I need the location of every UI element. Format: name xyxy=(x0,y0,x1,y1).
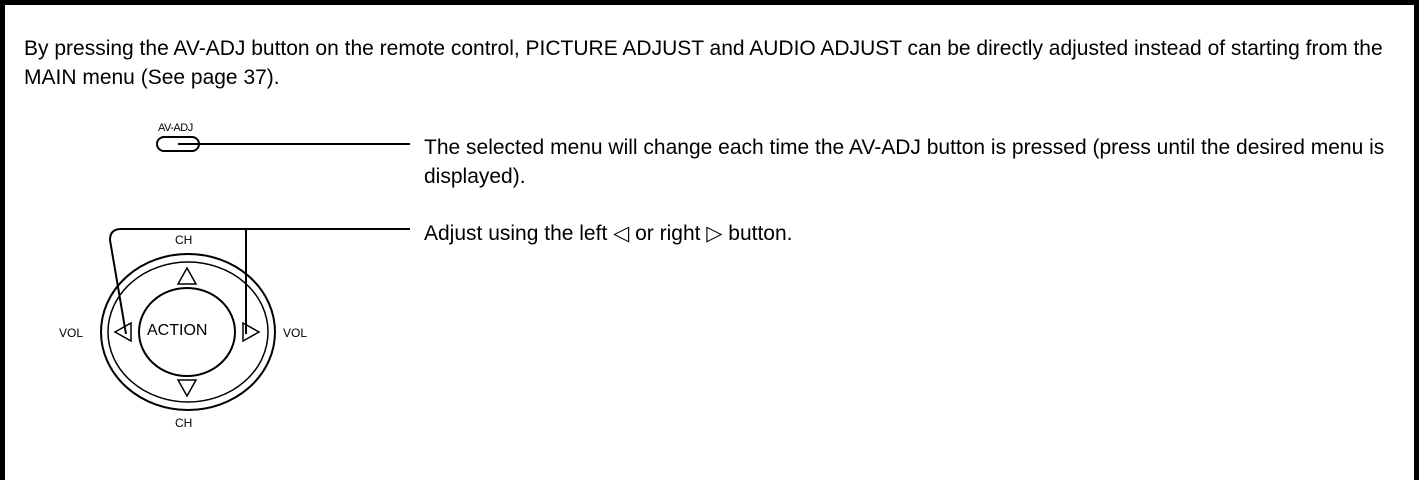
action-label: ACTION xyxy=(147,322,208,339)
av-adj-label: AV-ADJ xyxy=(158,122,193,134)
vol-right-label: VOL xyxy=(283,326,308,340)
ch-top-label: CH xyxy=(175,233,193,247)
vol-left-label: VOL xyxy=(59,326,84,340)
ch-bottom-label: CH xyxy=(175,416,193,430)
instruction-av-adj: The selected menu will change each time … xyxy=(424,136,1385,188)
instruction-adjust: Adjust using the left ◁ or right ▷ butto… xyxy=(424,222,793,245)
